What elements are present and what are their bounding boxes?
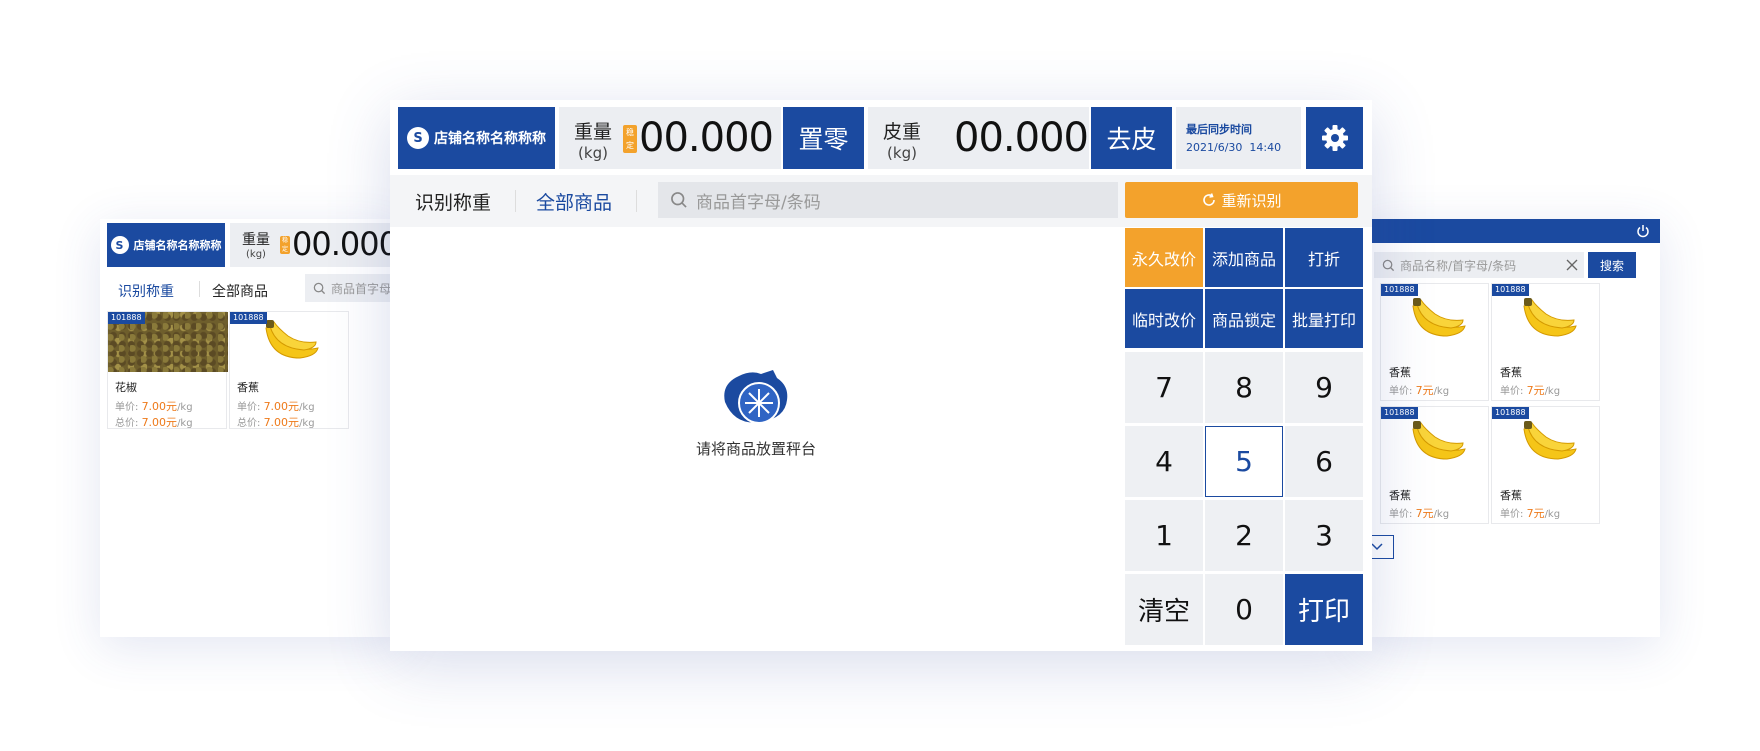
sync-time: 2021/6/30 14:40 [1186,141,1282,154]
product-name: 香蕉 [237,381,259,394]
product-tag: 101888 [1381,407,1418,419]
keypad-key[interactable]: 3 [1285,500,1363,571]
tare-button[interactable]: 去皮 [1091,107,1172,169]
scene: S 店铺名称名称称称 重量 (kg) 稳定 00.000 识别称重 全部商品 商… [0,0,1760,751]
product-tag: 101888 [230,312,267,324]
search-icon [313,282,326,294]
keypad-key[interactable]: 6 [1285,426,1363,497]
left-window: S 店铺名称名称称称 重量 (kg) 稳定 00.000 识别称重 全部商品 商… [100,219,400,637]
product-card[interactable]: 101888 香蕉 单价: 7元/kg [1380,406,1489,524]
product-card[interactable]: 101888 香蕉 单价: 7元/kg [1491,283,1600,401]
action-button[interactable]: 批量打印 [1285,289,1363,348]
weight-panel: 重量 (kg) 稳定 00.000 [559,107,781,169]
stable-badge: 稳定 [280,236,290,254]
unit-price: 单价: 7元/kg [1500,384,1561,397]
sync-label: 最后同步时间 [1186,123,1252,136]
tab-all[interactable]: 全部商品 [536,188,612,215]
sync-panel: 最后同步时间 2021/6/30 14:40 [1176,107,1301,169]
tare-panel: 皮重 (kg) 00.000 [868,107,1089,169]
product-tag: 101888 [108,312,145,324]
weight-value: 00.000 [292,225,399,263]
tare-label: 皮重 (kg) [882,121,921,162]
unit-price: 单价: 7元/kg [1500,507,1561,520]
product-card[interactable]: 101888 香蕉 单价: 7元/kg [1491,406,1600,524]
weight-label: 重量 (kg) [573,121,612,162]
product-card[interactable]: 101888 香蕉 单价: 7元/kg [1380,283,1489,401]
total-price: 总价: 7.00元/kg [237,416,315,429]
action-button[interactable]: 添加商品 [1205,228,1283,287]
refresh-icon [1203,193,1216,206]
store-header-left: S 店铺名称名称称称 [107,223,225,267]
product-tag: 101888 [1492,284,1529,296]
keypad-key[interactable]: 0 [1205,574,1283,645]
keypad-key[interactable]: 1 [1125,500,1203,571]
action-button[interactable]: 打折 [1285,228,1363,287]
tab-divider [515,190,516,212]
power-icon[interactable] [1636,224,1650,238]
banana-image [1523,298,1577,337]
gear-icon [1321,125,1348,151]
stable-badge: 稳定 [623,125,637,153]
store-name: 店铺名称名称称称 [133,239,222,252]
rerecognize-button[interactable]: 重新识别 [1125,182,1358,218]
zero-button[interactable]: 置零 [783,107,864,169]
empty-message: 请将商品放置秤台 [695,440,816,458]
total-price: 总价: 7.00元/kg [115,416,193,429]
search-button[interactable]: 搜索 [1588,252,1636,278]
action-button[interactable]: 永久改价 [1125,228,1203,287]
store-header: S 店铺名称名称称称 [398,107,555,169]
tare-value: 00.000 [954,115,1089,161]
action-button[interactable]: 临时改价 [1125,289,1203,348]
product-tag: 101888 [1381,284,1418,296]
right-titlebar [1360,219,1660,243]
store-logo-icon: S [407,127,429,149]
tab-divider [199,281,200,297]
print-button[interactable]: 打印 [1285,574,1363,645]
search-icon [1382,259,1395,271]
keypad-key[interactable]: 7 [1125,352,1203,423]
search-input[interactable]: 商品首字母/条码 [658,182,1118,218]
tab-all[interactable]: 全部商品 [212,281,268,301]
main-window: S 店铺名称名称称称 重量 (kg) 稳定 00.000 置零 皮重 (kg) … [390,100,1372,651]
tab-recognize[interactable]: 识别称重 [415,188,491,215]
keypad-key[interactable]: 9 [1285,352,1363,423]
weight-label: 重量 (kg) [242,232,270,260]
product-name: 香蕉 [1500,366,1522,379]
search-input-right[interactable]: 商品名称/首字母/条码 [1374,252,1584,278]
product-name: 香蕉 [1389,366,1411,379]
chevron-down-icon [1371,543,1383,551]
product-name: 花椒 [115,381,137,394]
unit-price: 单价: 7元/kg [1389,384,1450,397]
keypad-key[interactable]: 5 [1205,426,1283,497]
product-name: 香蕉 [1500,489,1522,502]
tab-recognize[interactable]: 识别称重 [118,281,174,301]
action-button[interactable]: 商品锁定 [1205,289,1283,348]
banana-image [1412,298,1466,337]
product-card[interactable]: 101888 香蕉 单价: 7.00元/kg 总价: 7.00元/kg [229,311,349,429]
product-card[interactable]: 101888 花椒 单价: 7.00元/kg 总价: 7.00元/kg [107,311,228,429]
search-input-left[interactable]: 商品首字母 [305,274,400,302]
clear-button[interactable]: 清空 [1125,574,1203,645]
weight-value: 00.000 [639,115,774,161]
banana-image [1523,421,1577,460]
keypad-key[interactable]: 2 [1205,500,1283,571]
settings-button[interactable] [1306,107,1363,169]
scale-platform-icon [724,370,788,424]
clear-icon[interactable] [1566,259,1578,271]
unit-price: 单价: 7元/kg [1389,507,1450,520]
search-icon [671,192,687,208]
right-window: 商品名称/首字母/条码 搜索 101888 香蕉 单价: 7元/kg 10188… [1360,219,1660,637]
banana-image [1412,421,1466,460]
keypad-key[interactable]: 8 [1205,352,1283,423]
unit-price: 单价: 7.00元/kg [115,400,193,413]
store-logo-icon: S [110,236,129,254]
keypad-key[interactable]: 4 [1125,426,1203,497]
tab-divider [636,190,637,212]
banana-image [265,320,319,359]
unit-price: 单价: 7.00元/kg [237,400,315,413]
store-name: 店铺名称名称称称 [434,131,546,147]
weight-panel-left: 重量 (kg) 稳定 00.000 [230,223,400,267]
product-tag: 101888 [1492,407,1529,419]
product-name: 香蕉 [1389,489,1411,502]
